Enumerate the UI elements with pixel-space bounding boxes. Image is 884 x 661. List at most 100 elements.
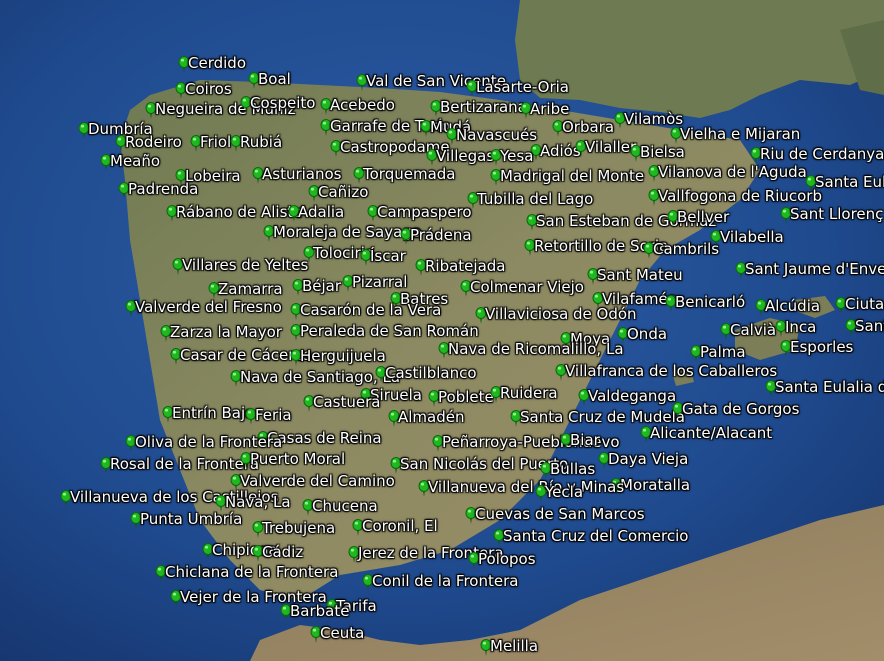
placemark-label[interactable]: Bellver: [677, 209, 729, 225]
placemark-label[interactable]: Sant L: [855, 318, 884, 334]
placemark-label[interactable]: Barbate: [290, 603, 349, 619]
placemark-label[interactable]: Trebujena: [262, 520, 335, 536]
placemark-label[interactable]: Santa Cruz de Mudela: [520, 409, 685, 425]
placemark-label[interactable]: Orbara: [562, 119, 614, 135]
placemark-label[interactable]: Zamarra: [218, 281, 283, 297]
placemark-label[interactable]: Villafranca de los Caballeros: [565, 363, 777, 379]
placemark-label[interactable]: Herguijuela: [300, 348, 386, 364]
placemark-label[interactable]: Casarón de la Vera: [300, 302, 441, 318]
placemark-label[interactable]: Coiros: [185, 81, 232, 97]
placemark-label[interactable]: Conil de la Frontera: [372, 573, 518, 589]
placemark-label[interactable]: Pizarral: [352, 274, 407, 290]
placemark-label[interactable]: Villaviciosa de Odón: [485, 306, 637, 322]
placemark-label[interactable]: Calvià: [730, 322, 776, 338]
placemark-label[interactable]: Almadén: [398, 409, 465, 425]
placemark-label[interactable]: Chiclana de la Frontera: [165, 564, 338, 580]
placemark-label[interactable]: Íscar: [370, 248, 406, 264]
placemark-label[interactable]: Polopos: [478, 551, 536, 567]
placemark-label[interactable]: Friol: [200, 134, 231, 150]
placemark-label[interactable]: Acebedo: [330, 97, 395, 113]
placemark-label[interactable]: Villanueva del Río y Minas: [428, 479, 624, 495]
placemark-label[interactable]: Coronil, El: [362, 518, 438, 534]
placemark-label[interactable]: Ruidera: [500, 385, 558, 401]
placemark-label[interactable]: Cádiz: [262, 544, 303, 560]
placemark-label[interactable]: Bullas: [550, 461, 595, 477]
placemark-label[interactable]: Puerto Moral: [250, 451, 345, 467]
placemark-label[interactable]: Chucena: [312, 498, 378, 514]
placemark-label[interactable]: Rosal de la Frontera: [110, 456, 259, 472]
placemark-label[interactable]: Oliva de la Frontera: [135, 434, 282, 450]
placemark-label[interactable]: Vilaller: [585, 139, 636, 155]
placemark-label[interactable]: Riu de Cerdanya: [760, 146, 884, 162]
placemark-label[interactable]: Santa Eulàlia de Riu: [815, 174, 884, 190]
placemark-label[interactable]: Meaño: [110, 153, 160, 169]
placemark-label[interactable]: Valverde del Fresno: [135, 299, 282, 315]
placemark-label[interactable]: Ciutadella: [845, 296, 884, 312]
placemark-label[interactable]: Bertizarana: [440, 99, 527, 115]
placemark-label[interactable]: Sant Mateu: [597, 267, 683, 283]
placemark-label[interactable]: Cambrils: [653, 241, 719, 257]
placemark-label[interactable]: Nava, La: [225, 494, 291, 510]
placemark-label[interactable]: Rábano de Aliste: [176, 204, 303, 220]
placemark-label[interactable]: Cerdido: [188, 55, 246, 71]
placemark-label[interactable]: Yecla: [545, 484, 583, 500]
placemark-label[interactable]: Ceuta: [320, 625, 364, 641]
placemark-label[interactable]: Aribe: [530, 101, 569, 117]
placemark-label[interactable]: Cuevas de San Marcos: [475, 506, 645, 522]
placemark-label[interactable]: Villegas: [436, 148, 494, 164]
placemark-label[interactable]: Yesa: [500, 148, 533, 164]
placemark-label[interactable]: Melilla: [490, 638, 538, 654]
placemark-label[interactable]: Cañizo: [318, 184, 368, 200]
placemark-label[interactable]: Rodeiro: [125, 134, 182, 150]
placemark-label[interactable]: Sant Llorenç d'Hortons: [790, 206, 884, 222]
placemark-label[interactable]: Alcúdia: [765, 298, 820, 314]
placemark-label[interactable]: Gata de Gorgos: [682, 401, 799, 417]
placemark-label[interactable]: Entrín Bajo: [172, 405, 254, 421]
placemark-label[interactable]: Palma: [700, 344, 746, 360]
placemark-label[interactable]: Cospeito: [250, 95, 315, 111]
placemark-label[interactable]: Tubilla del Lago: [477, 191, 593, 207]
placemark-label[interactable]: Campaspero: [377, 204, 472, 220]
placemark-label[interactable]: Moraleja de Sayago: [273, 224, 421, 240]
placemark-label[interactable]: Adalia: [298, 204, 344, 220]
placemark-label[interactable]: Onda: [627, 326, 667, 342]
placemark-label[interactable]: Punta Umbría: [140, 511, 242, 527]
placemark-label[interactable]: Vilanova de l'Aguda: [658, 164, 807, 180]
placemark-label[interactable]: Rubiá: [240, 134, 282, 150]
placemark-label[interactable]: Santa Eulalia del Río: [775, 379, 884, 395]
placemark-label[interactable]: Peraleda de San Román: [300, 323, 479, 339]
placemark-label[interactable]: Boal: [258, 71, 291, 87]
placemark-label[interactable]: Béjar: [302, 278, 341, 294]
placemark-label[interactable]: Villares de Yeltes: [182, 257, 308, 273]
placemark-label[interactable]: Benicarló: [675, 294, 745, 310]
placemark-label[interactable]: Biar: [570, 432, 600, 448]
placemark-label[interactable]: Casas de Reina: [267, 430, 382, 446]
placemark-label[interactable]: Vallfogona de Riucorb: [658, 188, 822, 204]
placemark-label[interactable]: Castilblanco: [385, 365, 477, 381]
placemark-label[interactable]: Navascués: [456, 127, 537, 143]
placemark-label[interactable]: Padrenda: [128, 181, 198, 197]
placemark-label[interactable]: Ribatejada: [425, 258, 506, 274]
placemark-label[interactable]: Moratalla: [620, 477, 690, 493]
placemark-label[interactable]: Feria: [255, 407, 292, 423]
placemark-label[interactable]: Vilabella: [720, 229, 784, 245]
placemark-label[interactable]: Nava de Ricomalillo, La: [448, 341, 624, 357]
placemark-label[interactable]: Inca: [785, 319, 816, 335]
map-view[interactable]: Cerdido Coiros Boal Val de San Vicente Lasar…: [0, 0, 884, 661]
placemark-label[interactable]: Valverde del Camino: [240, 473, 395, 489]
placemark-label[interactable]: Castuera: [313, 394, 380, 410]
placemark-label[interactable]: Madrigal del Monte: [500, 168, 644, 184]
placemark-label[interactable]: Alicante/Alacant: [650, 425, 772, 441]
placemark-label[interactable]: Torquemada: [363, 166, 455, 182]
placemark-label[interactable]: Asturianos: [262, 166, 342, 182]
placemark-label[interactable]: Vielha e Mijaran: [680, 126, 800, 142]
placemark-label[interactable]: Esporles: [790, 339, 853, 355]
placemark-label[interactable]: Santa Cruz del Comercio: [503, 528, 688, 544]
placemark-label[interactable]: Lasarte-Oria: [476, 79, 569, 95]
placemark-label[interactable]: Vilamòs: [624, 111, 683, 127]
placemark-label[interactable]: Daya Vieja: [608, 451, 688, 467]
placemark-label[interactable]: Bielsa: [640, 144, 685, 160]
placemark-label[interactable]: Prádena: [410, 227, 472, 243]
placemark-label[interactable]: Sant Jaume d'Enveja: [745, 261, 884, 277]
placemark-label[interactable]: Zarza la Mayor: [170, 324, 282, 340]
